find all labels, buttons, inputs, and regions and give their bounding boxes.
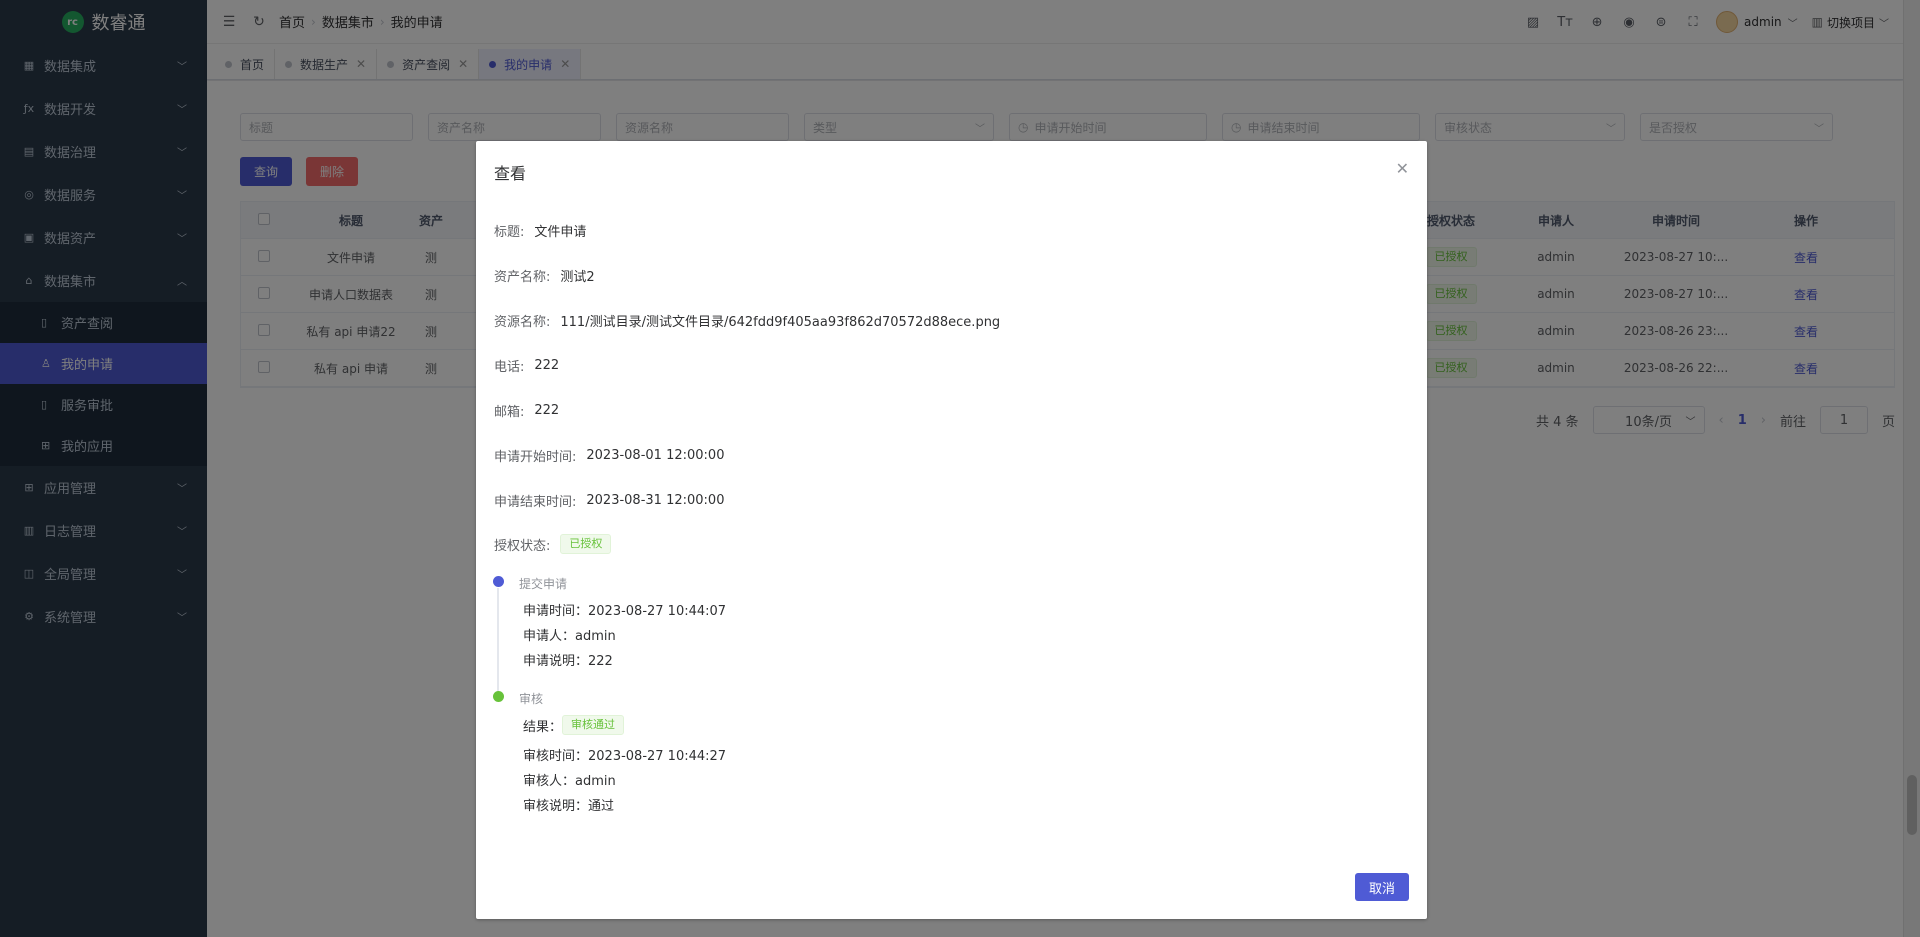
- field-label: 授权状态:: [494, 538, 551, 554]
- timeline-dot-review: [493, 691, 504, 702]
- timeline-submit-time: 申请时间：2023-08-27 10:44:07: [523, 604, 727, 619]
- status-badge: 审核通过: [562, 715, 625, 735]
- timeline-submit-title: 提交申请: [519, 577, 568, 591]
- field-label: 资产名称:: [494, 270, 551, 285]
- field-label: 邮箱:: [494, 405, 525, 420]
- field-email: 邮箱: 222: [494, 401, 559, 420]
- timeline-connector: [497, 588, 499, 698]
- field-title: 标题: 文件申请: [494, 221, 586, 240]
- field-label: 资源名称:: [494, 315, 551, 330]
- timeline-review-user: 审核人：admin: [523, 774, 616, 789]
- field-value: 222: [534, 358, 560, 373]
- field-auth-status: 授权状态: 已授权: [494, 534, 612, 554]
- timeline-review-result: 结果： 审核通过: [523, 715, 625, 735]
- field-label: 申请结束时间:: [494, 495, 577, 510]
- timeline-submit-desc: 申请说明：222: [523, 654, 613, 669]
- field-value: 2023-08-01 12:00:00: [586, 448, 725, 463]
- field-value: 文件申请: [534, 225, 587, 240]
- field-value: 222: [534, 403, 560, 418]
- field-label: 标题:: [494, 225, 525, 240]
- close-icon[interactable]: ✕: [1396, 159, 1409, 178]
- field-value: 测试2: [560, 270, 595, 285]
- field-label: 申请开始时间:: [494, 450, 577, 465]
- dialog-title: 查看: [494, 164, 527, 183]
- timeline-review-title: 审核: [519, 692, 544, 706]
- result-label: 结果：: [523, 719, 563, 735]
- timeline-submit-user: 申请人：admin: [523, 629, 616, 644]
- field-value: 111/测试目录/测试文件目录/642fdd9f405aa93f862d7057…: [560, 315, 1001, 330]
- timeline-dot-submit: [493, 576, 504, 587]
- view-dialog: 查看 ✕ 标题: 文件申请 资产名称: 测试2 资源名称: 111/测试目录/测试文件…: [476, 141, 1427, 919]
- field-label: 电话:: [494, 360, 525, 375]
- cancel-button[interactable]: 取消: [1354, 873, 1409, 901]
- field-phone: 电话: 222: [494, 356, 559, 375]
- status-badge: 已授权: [560, 534, 612, 554]
- timeline-review-desc: 审核说明：通过: [523, 799, 615, 814]
- field-value: 2023-08-31 12:00:00: [586, 493, 725, 508]
- field-asset-name: 资产名称: 测试2: [494, 266, 595, 285]
- timeline-review-time: 审核时间：2023-08-27 10:44:27: [523, 749, 727, 764]
- field-resource-name: 资源名称: 111/测试目录/测试文件目录/642fdd9f405aa93f862…: [494, 311, 1000, 330]
- field-end-time: 申请结束时间: 2023-08-31 12:00:00: [494, 491, 724, 510]
- field-start-time: 申请开始时间: 2023-08-01 12:00:00: [494, 446, 724, 465]
